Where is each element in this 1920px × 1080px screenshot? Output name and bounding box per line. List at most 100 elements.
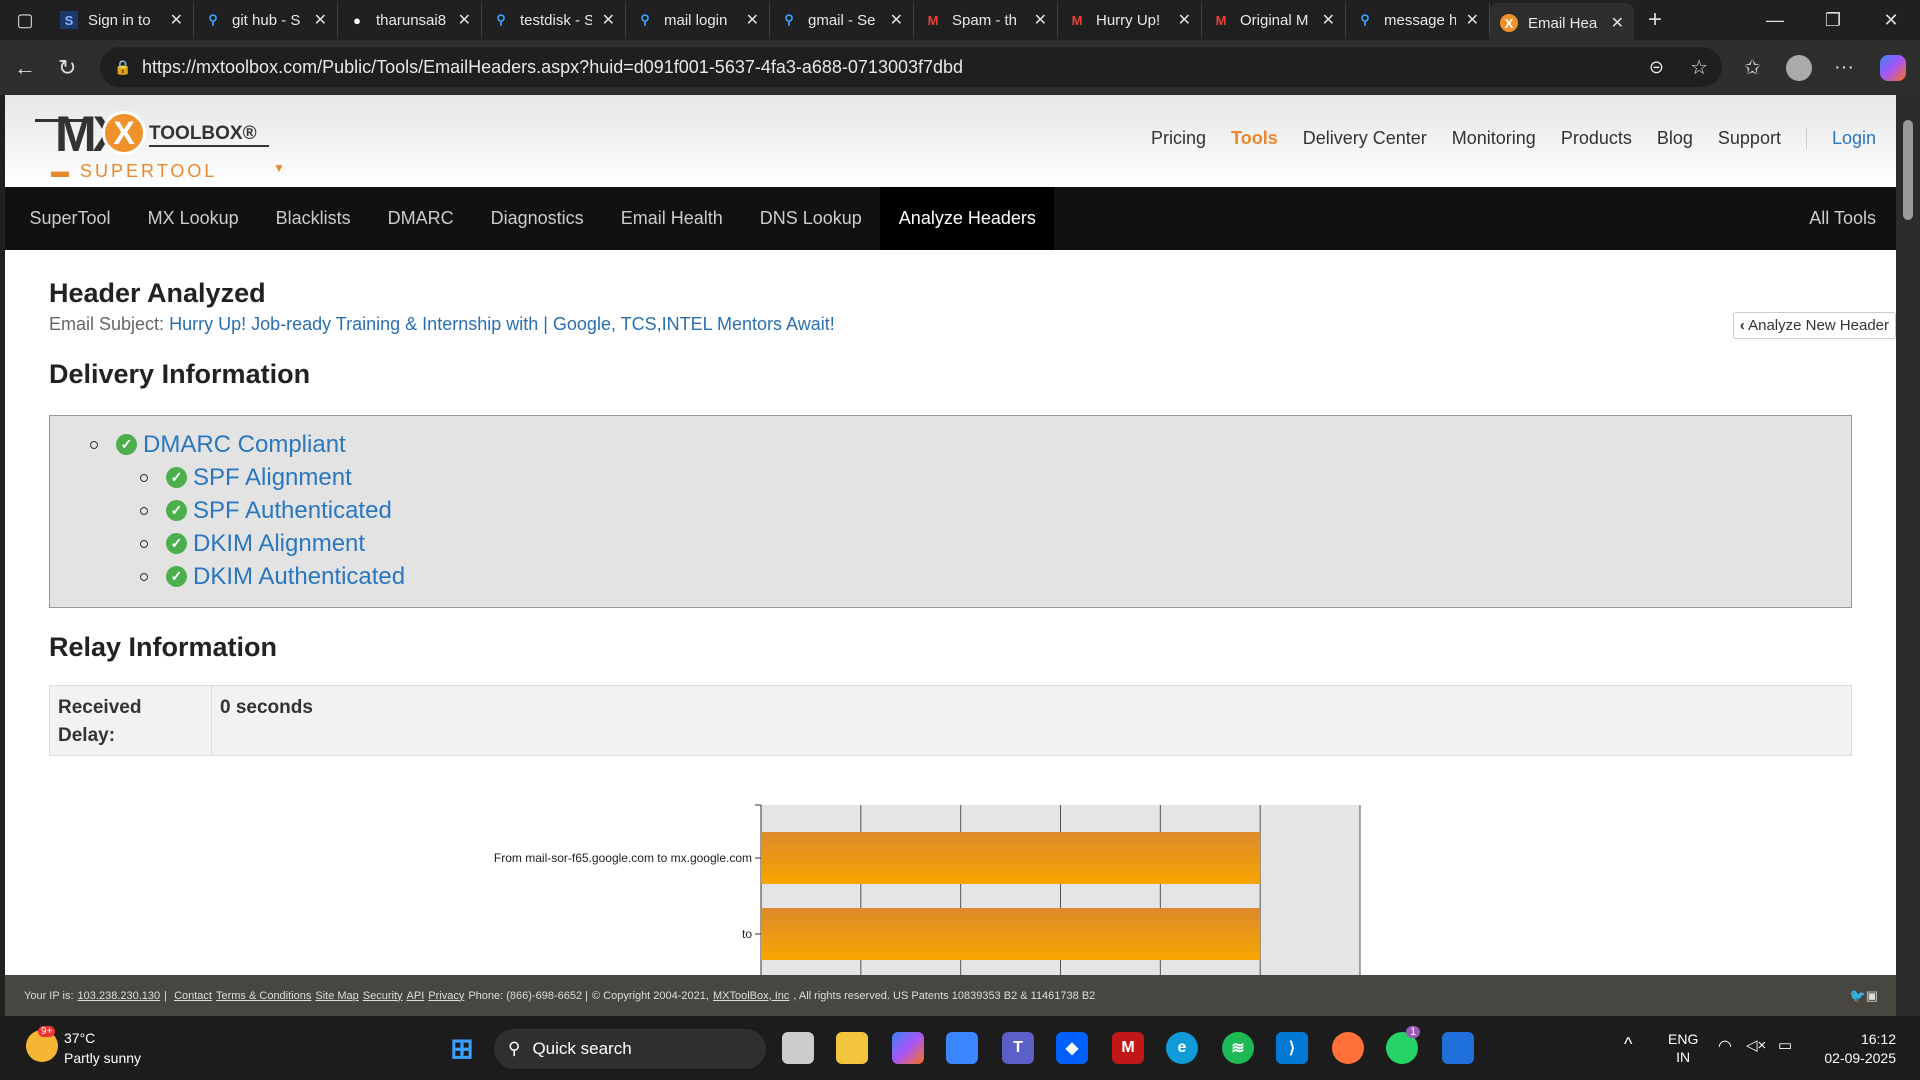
address-bar[interactable]: 🔒 https://mxtoolbox.com/Public/Tools/Ema… [100, 47, 1722, 87]
reader-icon[interactable]: ⊝ [1649, 57, 1664, 78]
site-info-icon[interactable]: 🔒 [114, 59, 131, 76]
login-link[interactable]: Login [1805, 128, 1876, 149]
ip-link[interactable]: 103.238.230.130 [78, 990, 161, 1002]
favorites-icon[interactable]: ✩ [1744, 55, 1761, 80]
profile-avatar[interactable] [1786, 54, 1812, 81]
nav-delivery-center[interactable]: Delivery Center [1303, 128, 1427, 149]
edge-icon[interactable]: e [1166, 1032, 1198, 1064]
nav-tools[interactable]: Tools [1231, 128, 1278, 149]
check-link[interactable]: DKIM Alignment [193, 530, 365, 558]
nav-support[interactable]: Support [1718, 128, 1781, 149]
browser-tab[interactable]: ⚲ mail login ✕ [626, 3, 770, 37]
new-tab-button[interactable]: + [1634, 6, 1676, 34]
refresh-icon[interactable]: ↻ [58, 55, 76, 81]
tab-actions-icon[interactable]: ▢ [0, 10, 50, 31]
mcafee-icon[interactable]: M [1112, 1032, 1144, 1064]
browser-tab[interactable]: S Sign in to ✕ [50, 3, 194, 37]
tab-email-health[interactable]: Email Health [602, 187, 741, 250]
dropbox-icon[interactable]: ◆ [1056, 1032, 1088, 1064]
tray-chevron-icon[interactable]: ^ [1624, 1034, 1632, 1055]
close-window-button[interactable]: ✕ [1862, 10, 1920, 31]
more-menu-icon[interactable]: ··· [1834, 56, 1854, 79]
battery-icon[interactable]: ▭ [1778, 1036, 1792, 1054]
browser-tab[interactable]: M Hurry Up! ✕ [1058, 3, 1202, 37]
firefox-icon[interactable] [1332, 1032, 1364, 1064]
close-tab-icon[interactable]: ✕ [1611, 13, 1624, 33]
nav-monitoring[interactable]: Monitoring [1452, 128, 1536, 149]
nav-products[interactable]: Products [1561, 128, 1632, 149]
restore-button[interactable]: ❐ [1804, 10, 1862, 31]
browser-tab[interactable]: M Original M ✕ [1202, 3, 1346, 37]
footer-link[interactable]: Site Map [315, 990, 358, 1002]
tab-mx-lookup[interactable]: MX Lookup [129, 187, 257, 250]
analyze-new-header-button[interactable]: ‹ Analyze New Header [1732, 312, 1896, 339]
check-link[interactable]: DKIM Authenticated [193, 563, 405, 591]
scrollbar[interactable] [1896, 95, 1920, 1016]
close-tab-icon[interactable]: ✕ [890, 10, 903, 30]
close-tab-icon[interactable]: ✕ [1322, 10, 1335, 30]
company-link[interactable]: MXToolBox, Inc [713, 990, 789, 1002]
spotify-icon[interactable]: ≋ [1222, 1032, 1254, 1064]
twitter-icon[interactable]: 🐦▣ [1850, 988, 1878, 1004]
tab-supertool[interactable]: SuperTool [11, 187, 129, 250]
language-indicator[interactable]: ENG IN [1668, 1030, 1698, 1066]
check-link[interactable]: SPF Alignment [193, 464, 352, 492]
subject-link[interactable]: Hurry Up! Job-ready Training & Internshi… [169, 314, 835, 334]
favorite-star-icon[interactable]: ☆ [1690, 55, 1708, 80]
mxtoolbox-logo[interactable]: MX X TOOLBOX® ▬ SUPERTOOL ▼ [29, 101, 289, 181]
nav-pricing[interactable]: Pricing [1151, 128, 1206, 149]
close-tab-icon[interactable]: ✕ [458, 10, 471, 30]
browser-tab[interactable]: X Email Hea ✕ [1490, 3, 1634, 43]
dmarc-link[interactable]: DMARC Compliant [143, 431, 346, 459]
close-tab-icon[interactable]: ✕ [1178, 10, 1191, 30]
browser-tab[interactable]: ⚲ git hub - S ✕ [194, 3, 338, 37]
browser-tab[interactable]: ⚲ gmail - Se ✕ [770, 3, 914, 37]
footer-link[interactable]: Privacy [428, 990, 464, 1002]
mxtoolbox-icon: X [1500, 14, 1518, 32]
web-page: MX X TOOLBOX® ▬ SUPERTOOL ▼ Pricing Tools… [5, 95, 1896, 1016]
tab-dns-lookup[interactable]: DNS Lookup [741, 187, 880, 250]
close-tab-icon[interactable]: ✕ [170, 10, 183, 30]
wifi-icon[interactable]: ◠ [1718, 1036, 1732, 1056]
tab-dmarc[interactable]: DMARC [369, 187, 472, 250]
supertool-dropdown-icon[interactable]: ▼ [273, 161, 285, 175]
start-icon[interactable]: ⊞ [446, 1032, 478, 1064]
mute-icon[interactable]: ◁× [1746, 1036, 1766, 1054]
app-icon[interactable] [1442, 1032, 1474, 1064]
teams-icon[interactable]: T [1002, 1032, 1034, 1064]
browser-tab[interactable]: ● tharunsai8 ✕ [338, 3, 482, 37]
footer: Your IP is: 103.238.230.130 | Contact Terms… [5, 975, 1896, 1016]
footer-link[interactable]: Security [363, 990, 403, 1002]
close-tab-icon[interactable]: ✕ [1034, 10, 1047, 30]
search-icon: ⚲ [496, 12, 506, 27]
tab-diagnostics[interactable]: Diagnostics [472, 187, 602, 250]
back-icon[interactable]: ← [14, 55, 36, 81]
vscode-icon[interactable]: ⟩ [1276, 1032, 1308, 1064]
browser-tab[interactable]: M Spam - th ✕ [914, 3, 1058, 37]
tab-analyze-headers[interactable]: Analyze Headers [880, 187, 1055, 250]
check-item: ✓ SPF Alignment [140, 461, 1811, 494]
footer-link[interactable]: Terms & Conditions [216, 990, 311, 1002]
check-link[interactable]: SPF Authenticated [193, 497, 392, 525]
tab-blacklists[interactable]: Blacklists [257, 187, 369, 250]
close-tab-icon[interactable]: ✕ [1466, 10, 1479, 30]
browser-tab[interactable]: ⚲ testdisk - S ✕ [482, 3, 626, 37]
browser-tab[interactable]: ⚲ message h ✕ [1346, 3, 1490, 37]
check-icon: ✓ [116, 434, 137, 455]
close-tab-icon[interactable]: ✕ [314, 10, 327, 30]
file-explorer-icon[interactable] [836, 1032, 868, 1064]
close-tab-icon[interactable]: ✕ [602, 10, 615, 30]
minimize-button[interactable]: — [1746, 10, 1804, 31]
close-tab-icon[interactable]: ✕ [746, 10, 759, 30]
footer-link[interactable]: Contact [174, 990, 212, 1002]
store-icon[interactable] [946, 1032, 978, 1064]
search-box[interactable]: ⚲ Quick search [494, 1029, 766, 1069]
copilot-icon[interactable] [1880, 54, 1906, 81]
task-view-icon[interactable] [782, 1032, 814, 1064]
copilot-app-icon[interactable] [892, 1032, 924, 1064]
footer-link[interactable]: API [407, 990, 425, 1002]
all-tools-link[interactable]: All Tools [1791, 187, 1896, 250]
gmail-icon: M [1071, 12, 1083, 28]
clock[interactable]: 16:12 02-09-2025 [1824, 1030, 1896, 1068]
nav-blog[interactable]: Blog [1657, 128, 1693, 149]
